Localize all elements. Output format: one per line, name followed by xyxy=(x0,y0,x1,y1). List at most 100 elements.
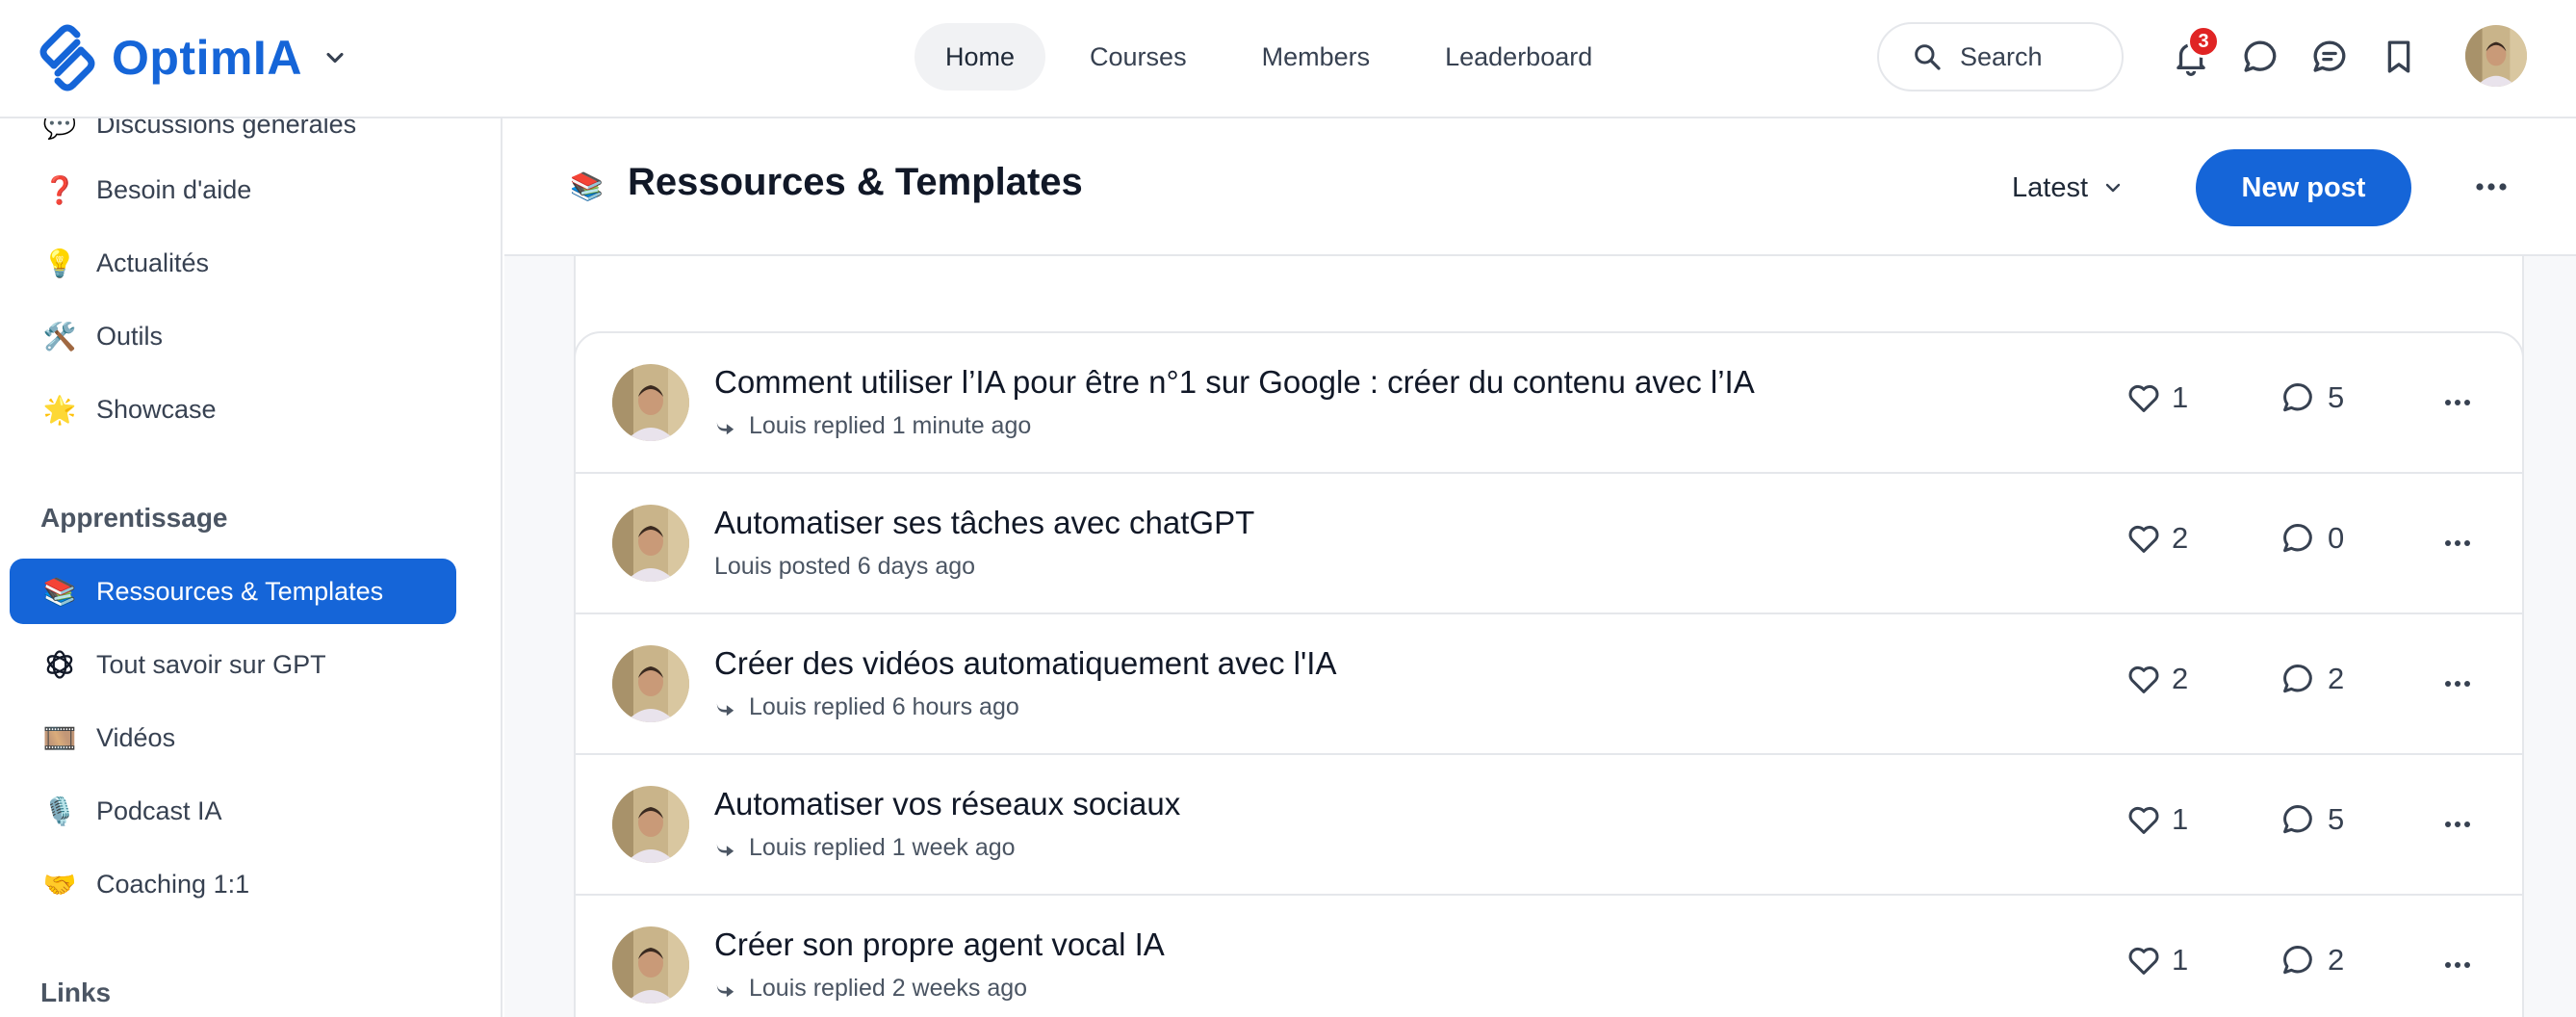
comment-icon xyxy=(2283,946,2312,975)
nav-home[interactable]: Home xyxy=(914,23,1046,91)
search-icon xyxy=(1915,44,1941,70)
sidebar-section-heading-links[interactable]: Links xyxy=(40,978,111,1008)
sidebar-item-news[interactable]: 💡 Actualités xyxy=(10,230,456,296)
post-row[interactable]: Créer des vidéos automatiquement avec l'… xyxy=(576,614,2522,755)
comment-icon xyxy=(2283,524,2312,553)
more-options-icon[interactable] xyxy=(2472,172,2511,201)
like-button[interactable]: 2 xyxy=(2125,661,2188,697)
brand[interactable]: OptimIA xyxy=(33,23,348,92)
author-avatar[interactable] xyxy=(612,364,689,441)
chat-bubble-icon[interactable] xyxy=(2240,37,2280,77)
sort-label: Latest xyxy=(2012,171,2088,203)
post-meta: Louis replied 6 hours ago xyxy=(714,693,1019,721)
like-button[interactable]: 2 xyxy=(2125,520,2188,557)
post-title[interactable]: Automatiser ses tâches avec chatGPT xyxy=(714,505,1254,541)
post-meta-text: Louis posted 6 days ago xyxy=(714,553,976,580)
comment-button[interactable]: 5 xyxy=(2280,801,2344,838)
like-count: 1 xyxy=(2172,380,2189,414)
sidebar-item-label: Outils xyxy=(96,321,164,351)
sidebar-item-label: Discussions générales xyxy=(96,118,357,139)
more-options-icon[interactable] xyxy=(2443,391,2472,414)
page-title: Ressources & Templates xyxy=(628,161,1083,203)
post-meta: Louis posted 6 days ago xyxy=(714,553,975,581)
reply-arrow-icon xyxy=(716,843,734,856)
like-button[interactable]: 1 xyxy=(2125,942,2188,978)
sidebar-item-podcast[interactable]: 🎙️ Podcast IA xyxy=(10,778,456,844)
like-button[interactable]: 1 xyxy=(2125,379,2188,416)
top-bar: OptimIA Home Courses Members Leaderboard… xyxy=(0,0,2576,118)
user-avatar[interactable] xyxy=(2465,25,2527,87)
post-meta-text: Louis replied 1 minute ago xyxy=(749,412,1032,439)
reply-arrow-icon xyxy=(716,421,734,434)
comment-icon xyxy=(2283,805,2312,834)
comment-count: 0 xyxy=(2328,521,2345,555)
nav-members[interactable]: Members xyxy=(1231,23,1402,91)
sidebar-item-videos[interactable]: 🎞️ Vidéos xyxy=(10,705,456,770)
main-content: 📚 Ressources & Templates Latest New post… xyxy=(504,118,2576,1017)
comment-button[interactable]: 2 xyxy=(2280,661,2344,697)
new-post-button[interactable]: New post xyxy=(2196,149,2411,226)
search-label: Search xyxy=(1960,41,2043,71)
like-count: 2 xyxy=(2172,662,2189,695)
speech-bubble-icon: 💬 xyxy=(42,118,77,140)
sidebar-item-label: Showcase xyxy=(96,394,217,424)
author-avatar[interactable] xyxy=(612,645,689,722)
post-meta: Louis replied 1 week ago xyxy=(714,834,1016,862)
post-meta: Louis replied 1 minute ago xyxy=(714,412,1031,440)
post-row[interactable]: Comment utiliser l’IA pour être n°1 sur … xyxy=(576,333,2522,474)
comment-count: 2 xyxy=(2328,943,2345,977)
more-options-icon[interactable] xyxy=(2443,672,2472,695)
avatar-image xyxy=(2465,25,2527,87)
bookmark-icon[interactable] xyxy=(2379,37,2419,77)
sidebar-item-label: Tout savoir sur GPT xyxy=(96,649,326,679)
like-count: 2 xyxy=(2172,521,2189,555)
more-options-icon[interactable] xyxy=(2443,813,2472,836)
sidebar-item-discussions[interactable]: 💬 Discussions générales xyxy=(10,118,456,157)
post-row[interactable]: Automatiser ses tâches avec chatGPT Loui… xyxy=(576,474,2522,614)
sidebar-item-resources[interactable]: 📚 Ressources & Templates xyxy=(10,559,456,624)
sidebar-section-heading[interactable]: Apprentissage xyxy=(40,503,228,534)
author-avatar[interactable] xyxy=(612,505,689,582)
sort-dropdown[interactable]: Latest xyxy=(2012,167,2125,209)
chevron-down-icon[interactable] xyxy=(322,44,348,71)
sidebar-item-gpt[interactable]: Tout savoir sur GPT xyxy=(10,632,456,697)
messages-icon[interactable] xyxy=(2309,37,2350,77)
author-avatar[interactable] xyxy=(612,926,689,1004)
post-title[interactable]: Automatiser vos réseaux sociaux xyxy=(714,786,1180,822)
post-row[interactable]: Automatiser vos réseaux sociaux Louis re… xyxy=(576,755,2522,896)
sidebar-item-help[interactable]: ❓ Besoin d'aide xyxy=(10,157,456,222)
post-meta-text: Louis replied 6 hours ago xyxy=(749,693,1019,720)
post-title[interactable]: Créer son propre agent vocal IA xyxy=(714,926,1165,963)
post-meta-text: Louis replied 2 weeks ago xyxy=(749,975,1028,1002)
sidebar-item-label: Podcast IA xyxy=(96,795,222,825)
comment-count: 5 xyxy=(2328,802,2345,836)
like-button[interactable]: 1 xyxy=(2125,801,2188,838)
reply-arrow-icon xyxy=(716,702,734,716)
comment-icon xyxy=(2283,665,2312,693)
post-title[interactable]: Créer des vidéos automatiquement avec l'… xyxy=(714,645,1336,682)
nav-courses[interactable]: Courses xyxy=(1059,23,1218,91)
comment-icon xyxy=(2283,383,2312,412)
sidebar-item-label: Ressources & Templates xyxy=(96,576,384,606)
comment-button[interactable]: 0 xyxy=(2280,520,2344,557)
post-row[interactable]: Créer son propre agent vocal IA Louis re… xyxy=(576,896,2522,1017)
comment-count: 2 xyxy=(2328,662,2345,695)
heart-icon xyxy=(2128,665,2159,693)
more-options-icon[interactable] xyxy=(2443,953,2472,977)
search-button[interactable]: Search xyxy=(1877,22,2124,91)
star-icon: 🌟 xyxy=(42,394,77,425)
sidebar-item-coaching[interactable]: 🤝 Coaching 1:1 xyxy=(10,851,456,917)
film-frames-icon: 🎞️ xyxy=(42,722,77,753)
lightbulb-icon: 💡 xyxy=(42,248,77,278)
space-header: 📚 Ressources & Templates Latest New post xyxy=(504,118,2576,256)
brand-name: OptimIA xyxy=(112,31,302,85)
tools-icon: 🛠️ xyxy=(42,321,77,352)
sidebar-item-showcase[interactable]: 🌟 Showcase xyxy=(10,377,456,442)
post-title[interactable]: Comment utiliser l’IA pour être n°1 sur … xyxy=(714,364,1755,401)
comment-button[interactable]: 2 xyxy=(2280,942,2344,978)
author-avatar[interactable] xyxy=(612,786,689,863)
comment-button[interactable]: 5 xyxy=(2280,379,2344,416)
more-options-icon[interactable] xyxy=(2443,532,2472,555)
nav-leaderboard[interactable]: Leaderboard xyxy=(1414,23,1623,91)
sidebar-item-tools[interactable]: 🛠️ Outils xyxy=(10,303,456,369)
